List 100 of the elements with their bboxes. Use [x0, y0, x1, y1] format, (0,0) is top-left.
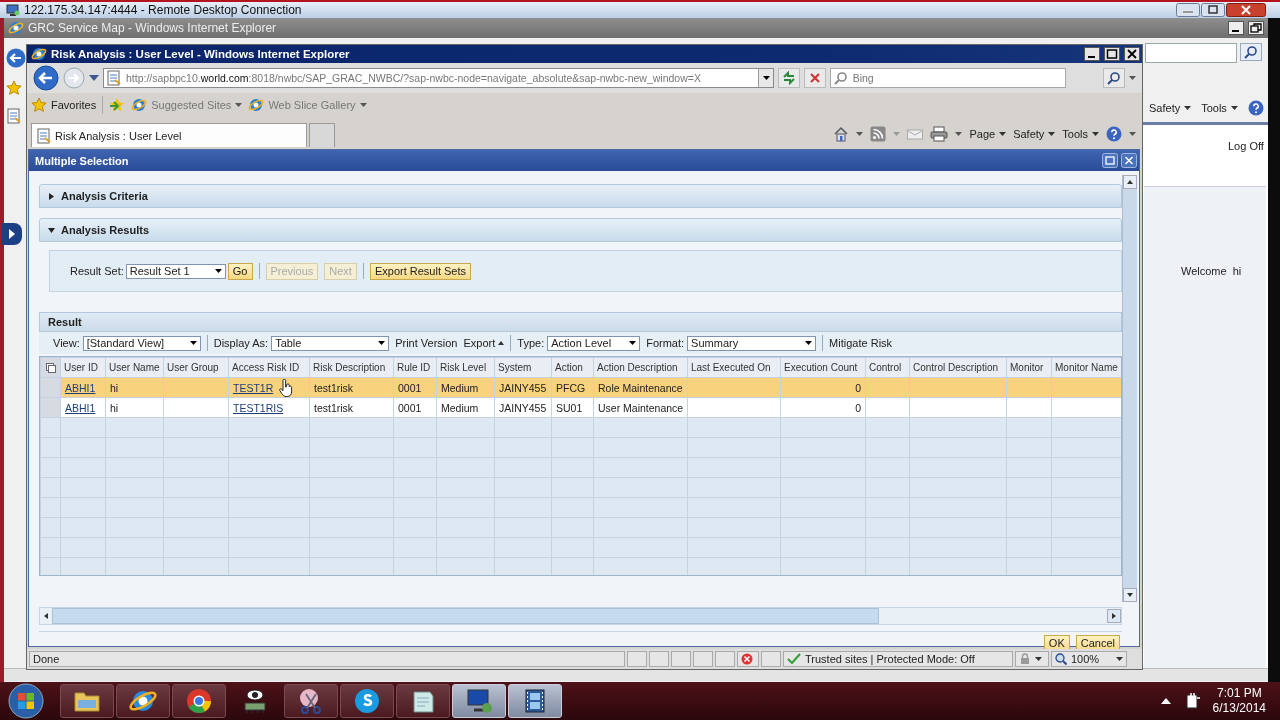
browser-tab[interactable]: Risk Analysis : User Level	[31, 123, 307, 147]
window-title: Risk Analysis : User Level - Windows Internet Explorer	[51, 48, 350, 60]
field-label: Display As:	[213, 337, 269, 349]
close-button[interactable]	[1226, 3, 1266, 17]
caret-icon	[955, 132, 963, 136]
menu-button[interactable]: Safety	[1149, 102, 1192, 114]
menu-button[interactable]: Export	[463, 337, 505, 349]
search-field[interactable]	[1145, 43, 1237, 63]
minimize-button[interactable]	[1228, 21, 1244, 35]
clock[interactable]: 7:01 PM 6/13/2014	[1212, 686, 1266, 716]
stop-button[interactable]	[803, 68, 826, 88]
column-header[interactable]: Control	[865, 357, 910, 378]
dropdown-icon[interactable]	[762, 76, 770, 80]
column-header[interactable]: Action Description	[593, 357, 688, 378]
column-header[interactable]: System	[494, 357, 552, 378]
chat-icon	[352, 686, 382, 716]
caret-icon	[893, 132, 901, 136]
table-row[interactable]: ABHI1 hi TEST1R test1risk 0001 Medium JAINY455 PFCG Role Maintenance 0	[40, 377, 1121, 398]
start-button[interactable]	[8, 683, 44, 719]
back-button[interactable]	[6, 48, 26, 68]
history-dropdown-icon[interactable]	[89, 75, 99, 81]
star-icon	[6, 80, 22, 96]
toolbar-link[interactable]: Mitigate Risk	[829, 337, 893, 349]
table-cell: Role Maintenance	[598, 381, 683, 394]
dropdown-field[interactable]: Action Level	[547, 335, 641, 351]
help-icon	[1106, 126, 1122, 142]
caret-icon	[214, 269, 222, 273]
column-header[interactable]: User ID	[60, 357, 106, 378]
browser-icon	[8, 20, 24, 36]
search-icon	[1107, 71, 1122, 85]
minimize-button[interactable]	[1084, 47, 1100, 61]
section-header[interactable]: Analysis Criteria	[39, 184, 1122, 208]
menu-button[interactable]: Safety	[1013, 128, 1056, 140]
zoom-button[interactable]: 100%	[1051, 651, 1127, 667]
refresh-button[interactable]	[778, 68, 800, 88]
column-header[interactable]: Monitor Name	[1051, 357, 1121, 378]
window-title: GRC Service Map - Windows Internet Explorer	[28, 21, 277, 35]
column-header[interactable]: Control Description	[909, 357, 1007, 378]
column-header[interactable]: User Name	[105, 357, 164, 378]
window-title: 122.175.34.147:4444 - Remote Desktop Connection	[24, 3, 302, 17]
menu-button[interactable]: Tools	[1201, 102, 1238, 114]
dropdown-field[interactable]: [Standard View]	[82, 335, 201, 351]
caret-icon	[1116, 657, 1123, 661]
expand-tab-icon[interactable]	[2, 223, 22, 245]
print-icon[interactable]	[930, 126, 949, 142]
collapse-icon[interactable]	[48, 226, 55, 234]
taskbar-button[interactable]	[116, 684, 170, 718]
taskbar-button[interactable]	[60, 684, 114, 718]
search-button[interactable]	[1240, 43, 1262, 61]
dropdown-field[interactable]: Summary	[687, 335, 817, 351]
home-icon[interactable]	[833, 126, 850, 142]
scrollbar-thumb[interactable]	[52, 608, 879, 624]
column-header[interactable]: Access Risk ID	[228, 357, 310, 378]
table-cell: hi	[110, 381, 119, 394]
table-cell: Medium	[441, 381, 479, 394]
action-button[interactable]: Go	[227, 262, 253, 280]
scroll-down-icon[interactable]	[1123, 588, 1137, 602]
power-icon[interactable]	[1184, 692, 1201, 710]
hand-cursor-icon	[279, 379, 293, 397]
table-cell: Medium	[441, 401, 479, 414]
column-header[interactable]: Risk Description	[309, 357, 394, 378]
address-field[interactable]: http://sapbpc10.world.com:8018/nwbc/SAP_GRAC_NWBC/?sap-nwbc-node=navigate_absolute&sap-nwbc-new_window=X	[103, 68, 775, 88]
toolbar-link[interactable]: Print Version	[395, 337, 458, 349]
column-header[interactable]: Action	[551, 357, 594, 378]
favorites-button[interactable]: Favorites	[31, 97, 97, 113]
restore-button[interactable]	[1248, 21, 1264, 35]
column-header[interactable]: Execution Count	[780, 357, 866, 378]
column-header[interactable]: Last Executed On	[687, 357, 781, 378]
dropdown-field[interactable]: Table	[271, 335, 390, 351]
action-button[interactable]: Export Result Sets	[369, 262, 471, 280]
maximize-button[interactable]	[1104, 47, 1120, 61]
feed-icon[interactable]	[870, 126, 887, 142]
search-field[interactable]: Bing	[829, 68, 1066, 88]
search-button[interactable]	[1103, 68, 1125, 88]
caret-icon	[189, 341, 197, 345]
scroll-right-icon[interactable]	[1107, 609, 1121, 623]
zoom-icon	[1055, 653, 1067, 665]
column-header[interactable]: Rule ID	[393, 357, 437, 378]
taskbar-button[interactable]	[172, 684, 226, 718]
caret-icon	[235, 103, 243, 107]
show-hidden-icons-button[interactable]	[1160, 698, 1171, 704]
menu-button[interactable]: Tools	[1062, 128, 1099, 140]
taskbar-button[interactable]	[340, 684, 394, 718]
back-button[interactable]	[33, 65, 59, 91]
taskbar-button[interactable]	[284, 684, 338, 718]
close-button[interactable]	[1124, 47, 1140, 61]
section-header[interactable]: Analysis Results	[39, 218, 1122, 242]
check-icon	[787, 653, 801, 665]
select-all-icon[interactable]	[44, 361, 57, 374]
table-row[interactable]: ABHI1 hi TEST1RIS test1risk 0001 Medium JAINY455 SU01 User Maintenance 0	[40, 397, 1121, 418]
column-header[interactable]: Risk Level	[436, 357, 495, 378]
result-set-select[interactable]: Result Set 1	[125, 263, 226, 279]
caret-icon	[1035, 657, 1042, 661]
log-off-link[interactable]: Log Off	[1228, 140, 1264, 152]
menu-button[interactable]: Page	[969, 128, 1007, 140]
expand-icon[interactable]	[48, 192, 55, 200]
scroll-up-icon[interactable]	[1123, 175, 1137, 189]
column-header[interactable]: Monitor	[1006, 357, 1052, 378]
taskbar-button[interactable]	[396, 684, 450, 718]
column-header[interactable]: User Group	[163, 357, 229, 378]
